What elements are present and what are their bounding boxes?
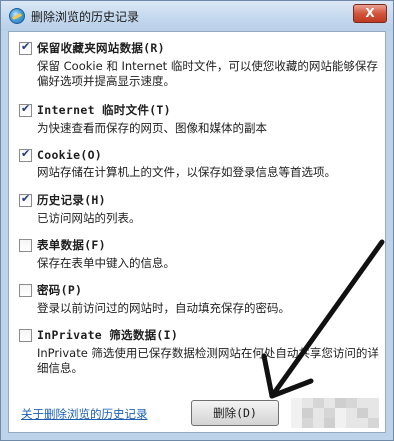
option-preserve-favorites: 保留收藏夹网站数据(R) 保留 Cookie 和 Internet 临时文件，可… — [19, 40, 379, 89]
option-passwords: 密码(P) 登录以前访问过的网站时，自动填充保存的密码。 — [19, 282, 379, 316]
cookies-checkbox[interactable] — [19, 147, 32, 162]
passwords-checkbox[interactable] — [19, 283, 32, 297]
option-description: 保留 Cookie 和 Internet 临时文件，可以使您收藏的网站能够保存偏… — [37, 59, 378, 88]
option-history: 历史记录(H) 已访问网站的列表。 — [19, 192, 379, 226]
option-description: 保存在表单中键入的信息。 — [37, 256, 175, 270]
option-title: InPrivate 筛选数据(I) — [37, 328, 179, 342]
close-button[interactable]: X — [353, 4, 387, 23]
about-delete-history-link[interactable]: 关于删除浏览的历史记录 — [21, 406, 148, 422]
window-title: 删除浏览的历史记录 — [31, 10, 140, 24]
option-description: 登录以前访问过的网站时，自动填充保存的密码。 — [37, 301, 290, 315]
option-description: InPrivate 筛选使用已保存数据检测网站在何处自动共享您访问的详细信息。 — [37, 346, 379, 375]
preserve-favorites-checkbox[interactable] — [19, 40, 32, 55]
option-title: 表单数据(F) — [37, 238, 106, 252]
option-title: 密码(P) — [37, 283, 83, 297]
dialog-content: 保留收藏夹网站数据(R) 保留 Cookie 和 Internet 临时文件，可… — [8, 31, 386, 433]
option-temporary-files: Internet 临时文件(T) 为快速查看而保存的网页、图像和媒体的副本 — [19, 102, 379, 136]
pixelated-cancel-button — [291, 398, 379, 428]
internet-explorer-icon — [9, 8, 25, 24]
temporary-files-checkbox[interactable] — [19, 102, 32, 117]
option-description: 已访问网站的列表。 — [37, 211, 141, 225]
history-checkbox[interactable] — [19, 192, 32, 207]
option-form-data: 表单数据(F) 保存在表单中键入的信息。 — [19, 237, 379, 271]
option-cookies: Cookie(O) 网站存储在计算机上的文件，以保存如登录信息等首选项。 — [19, 147, 379, 180]
inprivate-filtering-checkbox[interactable] — [19, 328, 32, 342]
option-title: Internet 临时文件(T) — [37, 103, 171, 117]
option-inprivate-filtering: InPrivate 筛选数据(I) InPrivate 筛选使用已保存数据检测网… — [19, 327, 379, 376]
option-title: 历史记录(H) — [37, 193, 106, 207]
form-data-checkbox[interactable] — [19, 238, 32, 252]
delete-button[interactable]: 删除(D) — [191, 400, 279, 426]
option-description: 网站存储在计算机上的文件，以保存如登录信息等首选项。 — [37, 165, 336, 179]
delete-history-dialog: 删除浏览的历史记录 X 保留收藏夹网站数据(R) 保留 Cookie 和 Int… — [0, 0, 394, 441]
option-description: 为快速查看而保存的网页、图像和媒体的副本 — [37, 121, 267, 135]
option-title: Cookie(O) — [37, 148, 103, 162]
option-title: 保留收藏夹网站数据(R) — [37, 41, 165, 55]
title-bar[interactable]: 删除浏览的历史记录 X — [1, 1, 393, 31]
